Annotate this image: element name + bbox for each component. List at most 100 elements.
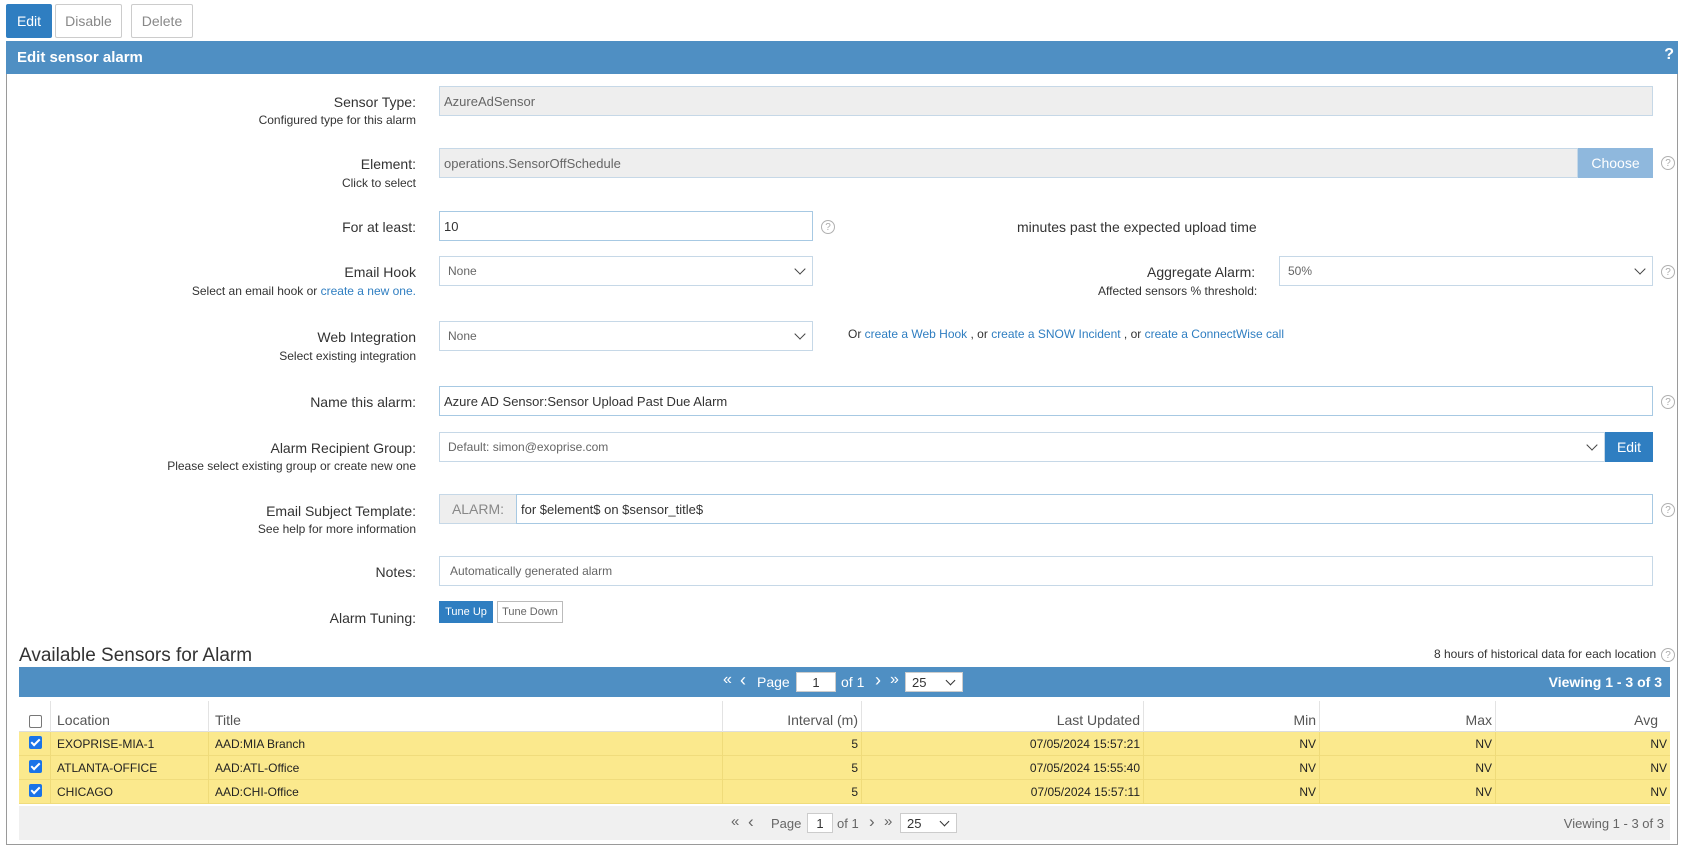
create-web-hook-link[interactable]: create a Web Hook	[865, 327, 968, 341]
cell-last-updated: 07/05/2024 15:57:11	[862, 780, 1144, 804]
subject-sub: See help for more information	[257, 522, 416, 536]
cell-last-updated: 07/05/2024 15:55:40	[862, 756, 1144, 780]
next-page-icon[interactable]: ›	[875, 670, 881, 691]
row-checkbox[interactable]	[29, 760, 42, 773]
create-snow-incident-link[interactable]: create a SNOW Incident	[991, 327, 1120, 341]
column-header-location[interactable]: Location	[51, 701, 209, 732]
pager-top: « ‹ Page 1 of 1 › » 25 Viewing 1 - 3 of …	[19, 667, 1670, 697]
page-input[interactable]: 1	[807, 813, 833, 833]
column-header-max[interactable]: Max	[1320, 701, 1496, 732]
recipient-select[interactable]: Default: simon@exoprise.com	[439, 432, 1605, 462]
alarm-name-input[interactable]: Azure AD Sensor:Sensor Upload Past Due A…	[439, 386, 1653, 416]
last-page-icon[interactable]: »	[884, 813, 892, 830]
tune-up-button[interactable]: Tune Up	[439, 601, 493, 623]
aggregate-help-icon[interactable]: ?	[1661, 265, 1675, 279]
column-header-avg[interactable]: Avg	[1496, 701, 1670, 732]
subject-prefix: ALARM:	[439, 494, 517, 524]
first-page-icon[interactable]: «	[723, 671, 732, 689]
cell-title: AAD:ATL-Office	[209, 756, 723, 780]
cell-last-updated: 07/05/2024 15:57:21	[862, 732, 1144, 756]
cell-min: NV	[1144, 780, 1320, 804]
cell-max: NV	[1320, 732, 1496, 756]
tune-down-button[interactable]: Tune Down	[497, 601, 563, 623]
aggregate-sub: Affected sensors % threshold:	[1098, 284, 1258, 298]
minutes-suffix: minutes past the expected upload time	[1017, 219, 1257, 235]
create-connectwise-link[interactable]: create a ConnectWise call	[1145, 327, 1284, 341]
element-help-icon[interactable]: ?	[1661, 156, 1675, 170]
for-at-least-label: For at least:	[342, 219, 416, 235]
subject-help-icon[interactable]: ?	[1661, 503, 1675, 517]
for-at-least-help-icon[interactable]: ?	[821, 220, 835, 234]
prev-page-icon[interactable]: ‹	[748, 812, 754, 832]
minutes-input[interactable]: 10	[439, 211, 813, 241]
disable-button[interactable]: Disable	[55, 4, 122, 38]
aggregate-select[interactable]: 50%	[1279, 256, 1653, 286]
page-size-select[interactable]: 25	[900, 813, 957, 833]
column-header-interval[interactable]: Interval (m)	[723, 701, 862, 732]
create-email-hook-link[interactable]: create a new one.	[321, 284, 416, 298]
alarm-tuning-label: Alarm Tuning:	[329, 610, 416, 626]
alarm-name-label: Name this alarm:	[310, 394, 416, 410]
sensor-type-label: Sensor Type:	[333, 94, 416, 110]
row-checkbox[interactable]	[29, 736, 42, 749]
table-row[interactable]: EXOPRISE-MIA-1 AAD:MIA Branch 5 07/05/20…	[19, 732, 1670, 756]
panel-help-icon[interactable]: ?	[1664, 46, 1674, 64]
prev-page-icon[interactable]: ‹	[740, 670, 746, 691]
next-page-icon[interactable]: ›	[869, 812, 875, 832]
column-header-title[interactable]: Title	[209, 701, 723, 732]
email-hook-select[interactable]: None	[439, 256, 813, 286]
cell-min: NV	[1144, 756, 1320, 780]
cell-location: CHICAGO	[51, 780, 209, 804]
notes-textarea[interactable]: Automatically generated alarm	[439, 556, 1653, 586]
edit-button[interactable]: Edit	[6, 4, 52, 38]
viewing-count: Viewing 1 - 3 of 3	[1563, 816, 1664, 831]
recipient-sub: Please select existing group or create n…	[167, 459, 416, 473]
first-page-icon[interactable]: «	[731, 813, 739, 830]
panel-header: Edit sensor alarm ?	[6, 41, 1678, 74]
cell-max: NV	[1320, 780, 1496, 804]
page-size-select[interactable]: 25	[905, 672, 963, 692]
cell-interval: 5	[723, 780, 862, 804]
page-label: Page	[757, 674, 790, 690]
page-input[interactable]: 1	[796, 672, 836, 692]
select-all-checkbox[interactable]	[29, 715, 42, 728]
subject-label: Email Subject Template:	[266, 503, 416, 519]
subject-input[interactable]: for $element$ on $sensor_title$	[516, 494, 1653, 524]
notes-label: Notes:	[375, 564, 416, 580]
sensor-type-sub: Configured type for this alarm	[258, 113, 416, 127]
table-row[interactable]: CHICAGO AAD:CHI-Office 5 07/05/2024 15:5…	[19, 780, 1670, 804]
page-label: Page	[771, 816, 802, 831]
cell-location: ATLANTA-OFFICE	[51, 756, 209, 780]
table-header: Location Title Interval (m) Last Updated…	[19, 701, 1670, 732]
edit-recipient-button[interactable]: Edit	[1605, 432, 1653, 462]
delete-button[interactable]: Delete	[131, 4, 193, 38]
chevron-down-icon	[1586, 439, 1598, 451]
email-hook-sub: Select an email hook or create a new one…	[191, 284, 416, 298]
cell-min: NV	[1144, 732, 1320, 756]
chevron-down-icon	[1634, 263, 1646, 275]
choose-element-button[interactable]: Choose	[1578, 148, 1653, 178]
web-integration-sub: Select existing integration	[279, 349, 416, 363]
sensors-title: Available Sensors for Alarm	[19, 645, 253, 666]
chevron-down-icon	[945, 675, 956, 686]
cell-max: NV	[1320, 756, 1496, 780]
recipient-label: Alarm Recipient Group:	[270, 440, 416, 456]
row-checkbox[interactable]	[29, 784, 42, 797]
element-label: Element:	[360, 156, 416, 172]
history-help-icon[interactable]: ?	[1661, 648, 1675, 662]
history-note: 8 hours of historical data for each loca…	[1434, 647, 1657, 661]
sensor-type-field: AzureAdSensor	[439, 86, 1653, 116]
element-field[interactable]: operations.SensorOffSchedule	[439, 148, 1578, 178]
email-hook-label: Email Hook	[344, 264, 416, 280]
cell-avg: NV	[1650, 737, 1667, 751]
web-integration-select[interactable]: None	[439, 321, 813, 351]
alarm-name-help-icon[interactable]: ?	[1661, 395, 1675, 409]
page-of-label: of 1	[841, 674, 865, 690]
column-header-min[interactable]: Min	[1144, 701, 1320, 732]
select-all-cell	[19, 701, 51, 732]
last-page-icon[interactable]: »	[890, 671, 899, 689]
column-header-last-updated[interactable]: Last Updated	[862, 701, 1144, 732]
cell-title: AAD:MIA Branch	[209, 732, 723, 756]
cell-avg: NV	[1650, 785, 1667, 799]
table-row[interactable]: ATLANTA-OFFICE AAD:ATL-Office 5 07/05/20…	[19, 756, 1670, 780]
